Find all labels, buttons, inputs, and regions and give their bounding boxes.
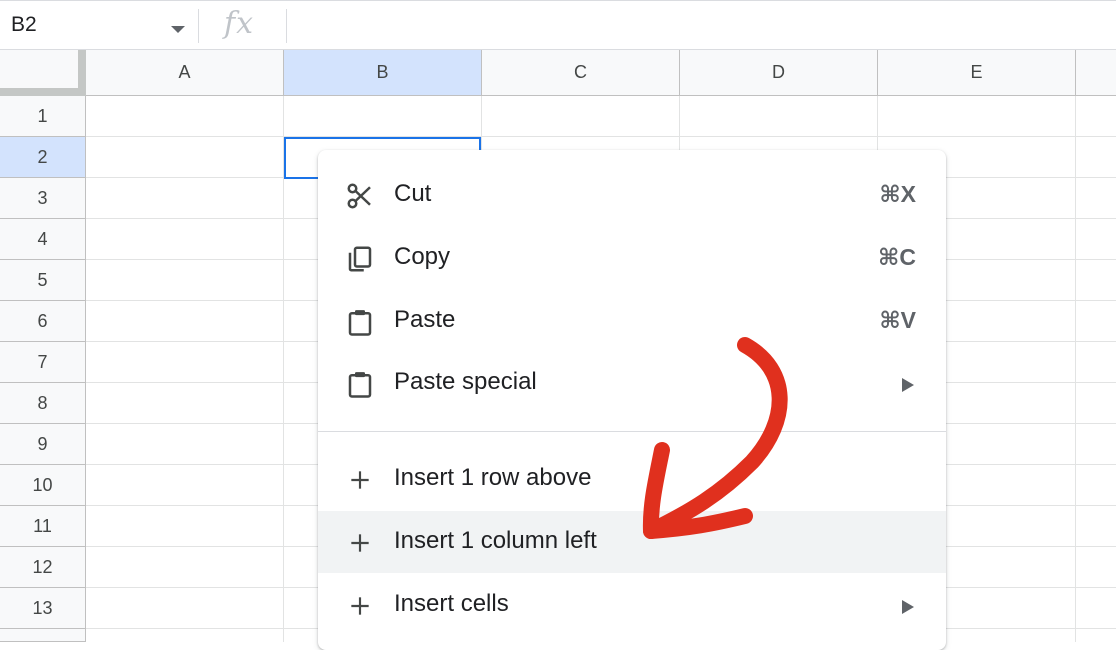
row-header-9[interactable]: 9 [0,424,86,465]
menu-item-label: Paste [394,306,456,333]
name-box-value: B2 [11,13,37,36]
row-header-11[interactable]: 11 [0,506,86,547]
clipboard-icon [345,307,375,337]
menu-item-shortcut: ⌘V [879,307,916,333]
menu-item-copy[interactable]: Copy ⌘C [318,227,946,289]
menu-item-paste[interactable]: Paste ⌘V [318,290,946,352]
menu-item-label: Cut [394,180,432,207]
menu-item-label: Copy [394,243,451,270]
select-all-corner[interactable] [0,50,86,96]
menu-separator [318,431,946,432]
name-box[interactable]: B2 [0,1,198,49]
formula-bar-divider [198,9,199,43]
row-header-13[interactable]: 13 [0,588,86,629]
row-header-8[interactable]: 8 [0,383,86,424]
column-header-a[interactable]: A [86,50,284,96]
scissors-icon [345,181,375,211]
column-header-f[interactable] [1076,50,1116,96]
menu-item-label: Insert 1 column left [394,527,597,554]
menu-item-cut[interactable]: Cut ⌘X [318,164,946,226]
plus-icon [345,528,375,558]
fx-icon: fx [224,6,255,41]
formula-bar: B2 fx [0,0,1116,50]
context-menu: Cut ⌘X Copy ⌘C Paste ⌘V Paste special In… [318,150,946,650]
chevron-down-icon[interactable] [171,26,185,33]
menu-item-insert-cells[interactable]: Insert cells [318,574,946,636]
plus-icon [345,465,375,495]
grid-line [86,136,1116,137]
row-header-7[interactable]: 7 [0,342,86,383]
column-header-e[interactable]: E [878,50,1076,96]
row-header-1[interactable]: 1 [0,96,86,137]
submenu-arrow-icon [902,600,914,614]
menu-item-label: Insert 1 row above [394,464,592,491]
clipboard-icon [345,369,375,399]
column-header-b[interactable]: B [284,50,482,96]
menu-item-label: Paste special [394,368,537,395]
menu-item-paste-special[interactable]: Paste special [318,352,946,414]
freeze-row-handle[interactable] [0,88,86,96]
plus-icon [345,591,375,621]
row-header-6[interactable]: 6 [0,301,86,342]
menu-item-shortcut: ⌘C [878,244,916,270]
submenu-arrow-icon [902,378,914,392]
formula-input[interactable] [287,1,1116,49]
row-header-12[interactable]: 12 [0,547,86,588]
menu-item-label: Insert cells [394,590,509,617]
row-header-10[interactable]: 10 [0,465,86,506]
menu-item-insert-row-above[interactable]: Insert 1 row above [318,448,946,510]
menu-item-shortcut: ⌘X [879,181,916,207]
column-header-d[interactable]: D [680,50,878,96]
row-header-3[interactable]: 3 [0,178,86,219]
row-header-5[interactable]: 5 [0,260,86,301]
column-header-c[interactable]: C [482,50,680,96]
row-header-4[interactable]: 4 [0,219,86,260]
menu-item-insert-column-left[interactable]: Insert 1 column left [318,511,946,573]
copy-icon [345,244,375,274]
row-header-2[interactable]: 2 [0,137,86,178]
row-header-14[interactable] [0,629,86,642]
